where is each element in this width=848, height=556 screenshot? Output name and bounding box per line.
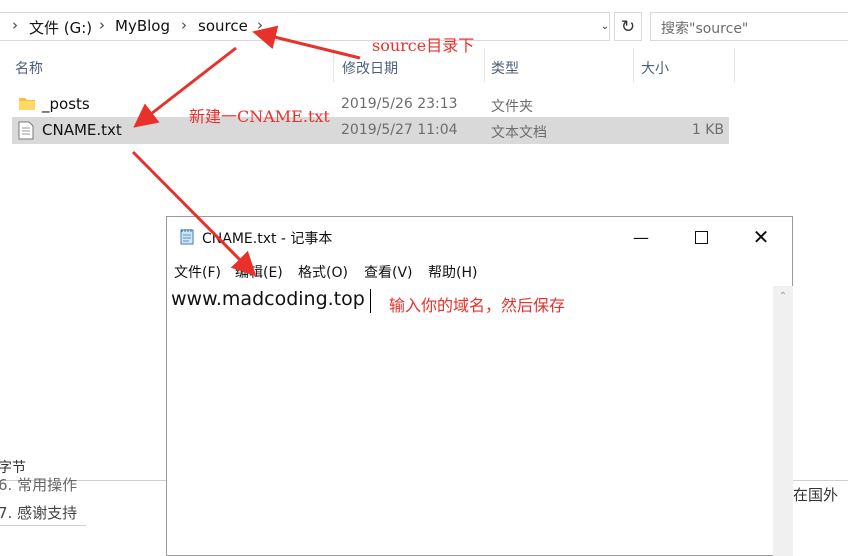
arrow-to-notepad [131, 150, 257, 277]
arrow-to-cname-file [133, 46, 237, 128]
annotation-arrows [131, 25, 361, 277]
arrow-to-source [252, 25, 361, 60]
